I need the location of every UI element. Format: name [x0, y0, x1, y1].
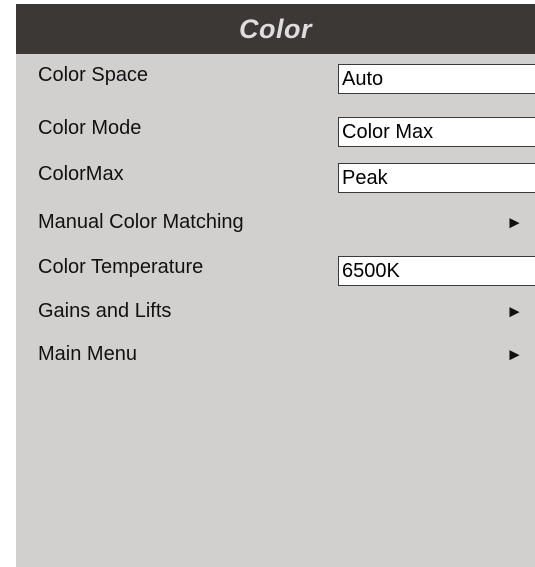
menu-item-main-menu[interactable]: Main Menu ► [16, 337, 535, 375]
color-temperature-value-field[interactable]: 6500K [338, 256, 535, 286]
menu-title-bar: Color [16, 4, 535, 54]
right-triangle-icon: ► [506, 213, 523, 232]
color-space-value: Auto [342, 68, 384, 90]
menu-item-color-mode[interactable]: Color Mode Color Max [16, 111, 535, 149]
menu-item-label: Manual Color Matching [38, 211, 244, 233]
menu-item-manual-color-matching[interactable]: Manual Color Matching ► [16, 205, 535, 243]
menu-item-label: Main Menu [38, 343, 137, 365]
osd-menu-panel: Color Color Space Auto Color Mode Color … [16, 4, 535, 567]
menu-title: Color [239, 13, 312, 44]
color-space-value-field[interactable]: Auto [338, 64, 535, 94]
menu-item-label: Gains and Lifts [38, 300, 172, 322]
colormax-value-field[interactable]: Peak [338, 163, 535, 193]
menu-item-label: Color Temperature [38, 256, 204, 278]
right-triangle-icon: ► [506, 302, 523, 321]
right-triangle-icon: ► [506, 345, 523, 364]
menu-item-color-temperature[interactable]: Color Temperature 6500K [16, 250, 535, 288]
colormax-value: Peak [342, 167, 388, 189]
menu-item-label: Color Space [38, 64, 149, 86]
color-mode-value: Color Max [342, 121, 434, 143]
menu-item-gains-and-lifts[interactable]: Gains and Lifts ► [16, 294, 535, 332]
menu-item-colormax[interactable]: ColorMax Peak [16, 157, 535, 195]
color-mode-value-field[interactable]: Color Max [338, 117, 535, 147]
menu-item-label: ColorMax [38, 163, 124, 185]
menu-item-label: Color Mode [38, 117, 142, 139]
menu-item-color-space[interactable]: Color Space Auto [16, 58, 535, 96]
color-temperature-value: 6500K [342, 260, 400, 282]
